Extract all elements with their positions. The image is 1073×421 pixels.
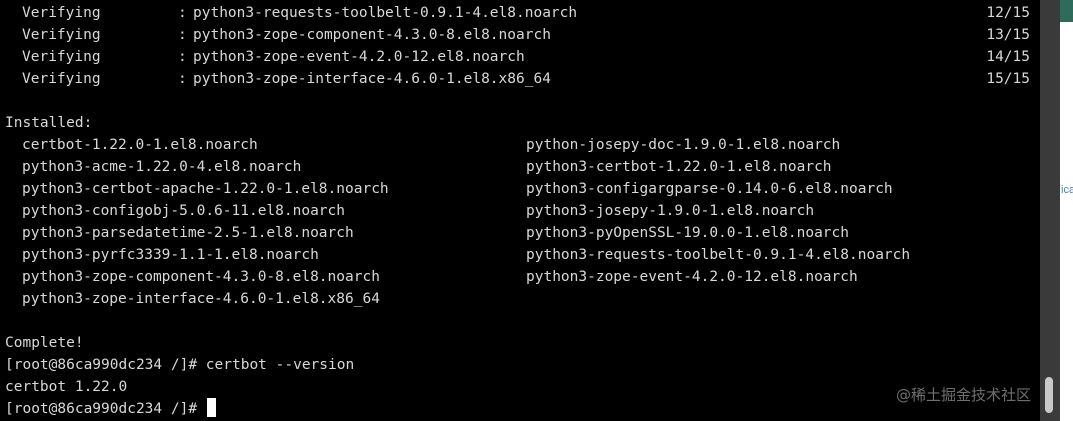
installed-package: python-josepy-doc-1.9.0-1.el8.noarch — [526, 137, 841, 153]
installed-package: python3-zope-event-4.2.0-12.el8.noarch — [526, 269, 858, 285]
installed-package: python3-pyrfc3339-1.1-1.el8.noarch — [22, 247, 319, 263]
verify-line: Verifying : python3-zope-component-4.3.0… — [5, 24, 1030, 46]
shell-prompt: [root@86ca990dc234 /]# — [5, 357, 206, 373]
complete-message: Complete! — [5, 335, 84, 351]
verify-line: Verifying : python3-zope-event-4.2.0-12.… — [5, 46, 1030, 68]
installed-row: python3-configobj-5.0.6-11.el8.noarch py… — [5, 200, 1030, 222]
installed-package: python3-josepy-1.9.0-1.el8.noarch — [526, 203, 815, 219]
installed-package: python3-certbot-apache-1.22.0-1.el8.noar… — [22, 181, 389, 197]
command-text: certbot --version — [205, 357, 355, 373]
installed-package: python3-certbot-1.22.0-1.el8.noarch — [526, 159, 832, 175]
installed-row: python3-zope-component-4.3.0-8.el8.noarc… — [5, 266, 1030, 288]
adjacent-window-edge: ica — [1060, 0, 1073, 421]
installed-package: python3-parsedatetime-2.5-1.el8.noarch — [22, 225, 354, 241]
verify-list: Verifying : python3-requests-toolbelt-0.… — [5, 2, 1030, 90]
verify-colon: : — [178, 27, 187, 43]
installed-row: python3-pyrfc3339-1.1-1.el8.noarch pytho… — [5, 244, 1030, 266]
installed-row: python3-certbot-apache-1.22.0-1.el8.noar… — [5, 178, 1030, 200]
verify-package: python3-zope-event-4.2.0-12.el8.noarch — [193, 49, 525, 65]
verify-package: python3-requests-toolbelt-0.9.1-4.el8.no… — [193, 5, 578, 21]
command-output: certbot 1.22.0 — [5, 379, 128, 395]
watermark: @稀土掘金技术社区 — [896, 386, 1032, 404]
installed-package: python3-requests-toolbelt-0.9.1-4.el8.no… — [526, 247, 911, 263]
verify-line: Verifying : python3-requests-toolbelt-0.… — [5, 2, 1030, 24]
installed-row: certbot-1.22.0-1.el8.noarch python-josep… — [5, 134, 1030, 156]
scrollbar-thumb[interactable] — [1045, 377, 1053, 413]
installed-package: python3-pyOpenSSL-19.0.0-1.el8.noarch — [526, 225, 850, 241]
verify-label: Verifying — [22, 5, 101, 21]
installed-package: python3-configargparse-0.14.0-6.el8.noar… — [526, 181, 893, 197]
verify-package: python3-zope-interface-4.6.0-1.el8.x86_6… — [193, 71, 551, 87]
adjacent-window-text: ica — [1061, 184, 1073, 196]
installed-row: python3-acme-1.22.0-4.el8.noarch python3… — [5, 156, 1030, 178]
current-command-line[interactable]: [root@86ca990dc234 /]# — [5, 398, 1030, 420]
verify-colon: : — [178, 71, 187, 87]
verify-label: Verifying — [22, 49, 101, 65]
text-cursor — [206, 398, 216, 417]
adjacent-window-header — [1060, 0, 1073, 22]
verify-count: 15/15 — [986, 71, 1030, 87]
installed-row: python3-zope-interface-4.6.0-1.el8.x86_6… — [5, 288, 1030, 310]
verify-package: python3-zope-component-4.3.0-8.el8.noarc… — [193, 27, 551, 43]
verify-colon: : — [178, 5, 187, 21]
installed-package: python3-configobj-5.0.6-11.el8.noarch — [22, 203, 346, 219]
installed-package: python3-zope-component-4.3.0-8.el8.noarc… — [22, 269, 380, 285]
verify-count: 13/15 — [986, 27, 1030, 43]
installed-package: python3-zope-interface-4.6.0-1.el8.x86_6… — [22, 291, 380, 307]
installed-package: certbot-1.22.0-1.el8.noarch — [22, 137, 258, 153]
verify-label: Verifying — [22, 27, 101, 43]
installed-row: python3-parsedatetime-2.5-1.el8.noarch p… — [5, 222, 1030, 244]
verify-label: Verifying — [22, 71, 101, 87]
command-line: [root@86ca990dc234 /]# certbot --version — [5, 354, 1030, 376]
terminal-output: Verifying : python3-requests-toolbelt-0.… — [5, 2, 1030, 420]
installed-heading: Installed: — [5, 115, 93, 131]
installed-package: python3-acme-1.22.0-4.el8.noarch — [22, 159, 302, 175]
verify-count: 12/15 — [986, 5, 1030, 21]
verify-count: 14/15 — [986, 49, 1030, 65]
installed-list: certbot-1.22.0-1.el8.noarch python-josep… — [5, 134, 1030, 310]
verify-line: Verifying : python3-zope-interface-4.6.0… — [5, 68, 1030, 90]
terminal-window[interactable]: Verifying : python3-requests-toolbelt-0.… — [0, 0, 1040, 421]
shell-prompt: [root@86ca990dc234 /]# — [5, 401, 206, 417]
terminal-scrollbar[interactable] — [1040, 0, 1060, 421]
verify-colon: : — [178, 49, 187, 65]
